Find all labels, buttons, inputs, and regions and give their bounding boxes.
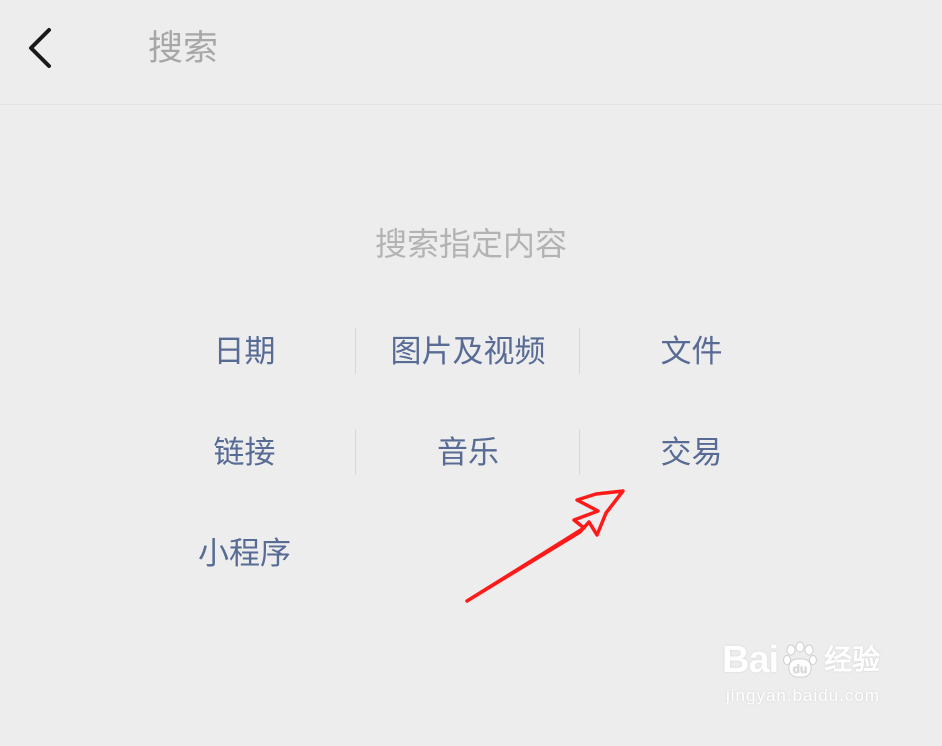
paw-icon: du bbox=[783, 641, 818, 678]
watermark-url: jingyan.baidu.com bbox=[726, 686, 881, 705]
search-screen: 搜索指定内容 日期 图片及视频 文件 链接 音乐 交易 小程序 Bai du 经… bbox=[0, 0, 942, 746]
watermark-logo-prefix: Bai bbox=[722, 639, 779, 681]
watermark-logo: Bai du 经验 bbox=[722, 638, 892, 682]
search-header bbox=[0, 0, 942, 105]
search-input[interactable] bbox=[148, 24, 748, 74]
search-option-transactions[interactable]: 交易 bbox=[580, 423, 803, 483]
search-option-music[interactable]: 音乐 bbox=[356, 423, 580, 483]
watermark-logo-suffix: 经验 bbox=[824, 643, 881, 676]
svg-text:du: du bbox=[793, 662, 808, 676]
search-option-date[interactable]: 日期 bbox=[133, 322, 356, 382]
back-button[interactable] bbox=[14, 20, 66, 76]
baidu-jingyan-watermark: Bai du 经验 jingyan.baidu.com bbox=[722, 638, 892, 728]
search-option-photos-videos[interactable]: 图片及视频 bbox=[356, 322, 580, 382]
search-option-mini-programs[interactable]: 小程序 bbox=[133, 524, 356, 584]
search-category-options: 日期 图片及视频 文件 链接 音乐 交易 小程序 bbox=[133, 322, 803, 625]
search-section-title: 搜索指定内容 bbox=[374, 225, 567, 263]
search-option-links[interactable]: 链接 bbox=[133, 423, 356, 483]
search-option-files[interactable]: 文件 bbox=[580, 322, 803, 382]
chevron-left-icon bbox=[29, 28, 51, 68]
